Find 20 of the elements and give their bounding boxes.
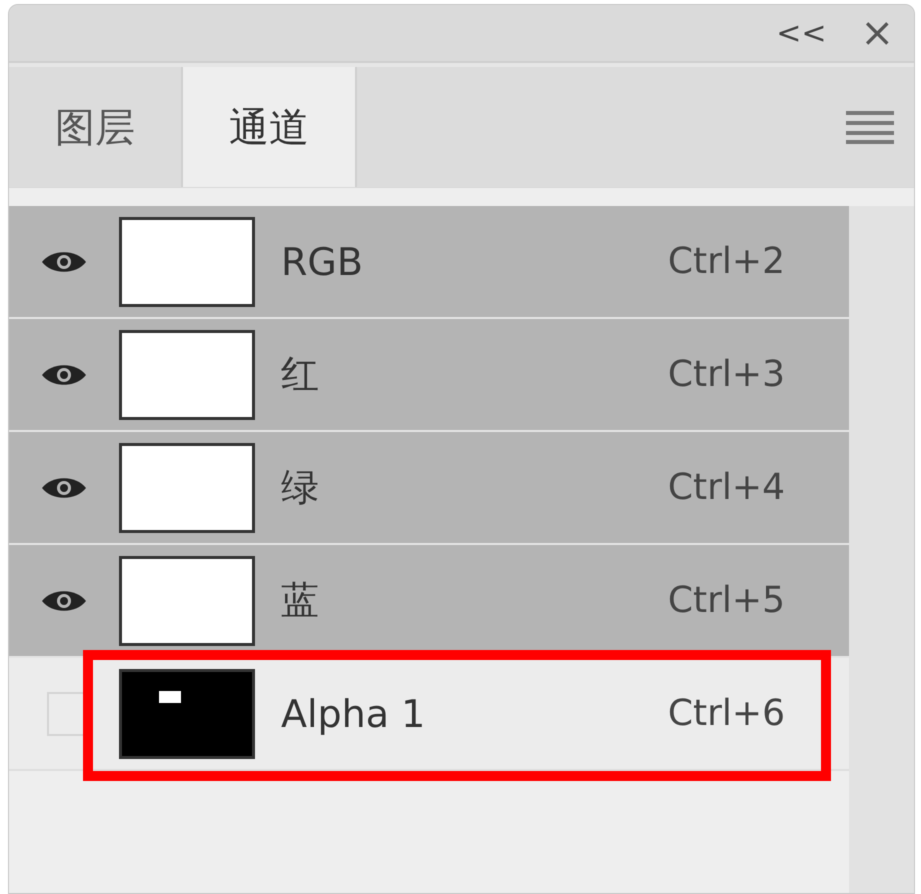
channel-name: Alpha 1	[281, 692, 426, 736]
channel-row[interactable]: 绿 Ctrl+4	[9, 432, 849, 545]
channel-name: 蓝	[281, 577, 320, 624]
panel-tab[interactable]: 图层	[9, 67, 183, 187]
close-button[interactable]: ×	[854, 10, 900, 56]
collapse-button[interactable]: <<	[770, 16, 832, 50]
channel-name: 绿	[281, 464, 320, 511]
shortcut-label: Ctrl+5	[668, 580, 785, 621]
scrollbar-track[interactable]	[849, 206, 914, 893]
shortcut-label: Ctrl+4	[668, 467, 785, 508]
channel-row[interactable]: RGB Ctrl+2	[9, 206, 849, 319]
shortcut-label: Ctrl+3	[668, 354, 785, 395]
menu-icon[interactable]	[846, 109, 894, 145]
panel-tab[interactable]: 通道	[183, 67, 357, 187]
shortcut-label: Ctrl+2	[668, 241, 785, 282]
shortcut-label: Ctrl+6	[668, 693, 785, 734]
channel-row[interactable]: 蓝 Ctrl+5	[9, 545, 849, 658]
channel-row[interactable]: 红 Ctrl+3	[9, 319, 849, 432]
channel-name: RGB	[281, 240, 364, 284]
channel-name: 红	[281, 351, 320, 398]
